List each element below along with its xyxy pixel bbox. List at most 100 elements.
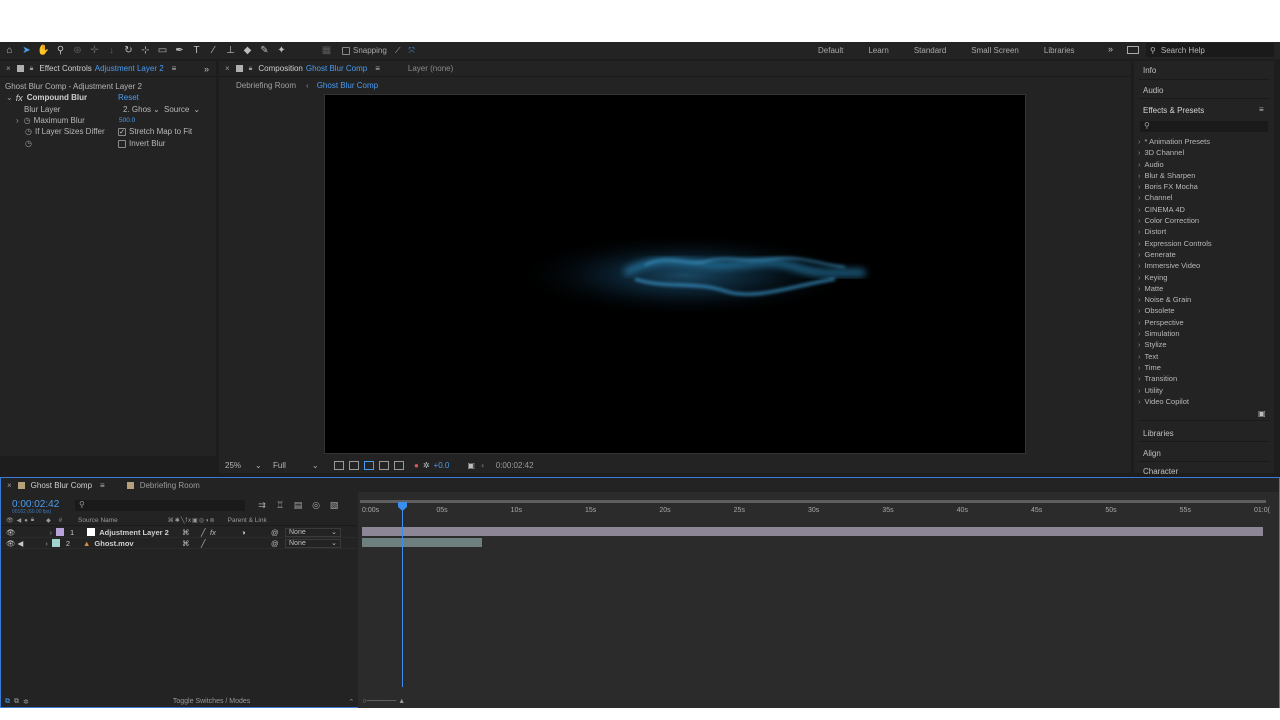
current-time-indicator[interactable] (402, 502, 403, 687)
effects-category-item[interactable]: › Noise & Grain (1138, 294, 1270, 305)
effects-category-item[interactable]: › Obsolete (1138, 305, 1270, 316)
time-ruler[interactable]: 0:00s 05s 10s 15s 20s 25s 30s 35s 40s 45s 50s 55s 01… (358, 506, 1270, 520)
effects-category-item[interactable]: › Text (1138, 351, 1270, 362)
expand-icon[interactable]: › (1138, 329, 1141, 338)
hand-tool-icon[interactable]: ✋ (36, 43, 51, 58)
mask-visibility-icon[interactable] (364, 460, 374, 470)
eye-icon[interactable]: 👁︎ (6, 539, 16, 548)
tab-layer[interactable]: Layer (none) (408, 64, 453, 73)
source-dropdown[interactable]: Source ⌄ (164, 105, 200, 114)
effects-category-item[interactable]: › Audio (1138, 159, 1270, 170)
workspace-panel-icon[interactable] (1127, 46, 1139, 54)
label-color-swatch[interactable] (51, 539, 60, 547)
quality-icon[interactable]: ╱ (201, 539, 206, 548)
stopwatch-icon[interactable]: ◷ (24, 116, 31, 125)
resolution-dropdown[interactable]: Full ⌄ (273, 461, 329, 470)
expand-icon[interactable]: › (1138, 227, 1141, 236)
effects-category-item[interactable]: › Channel (1138, 192, 1270, 203)
roto-brush-tool-icon[interactable]: ✎ (257, 43, 272, 58)
expand-icon[interactable]: › (1138, 363, 1141, 372)
expand-icon[interactable]: › (1138, 352, 1141, 361)
layer-switches-icon[interactable]: ⧉ (5, 698, 10, 706)
graph-editor-icon[interactable]: ▧ (328, 500, 340, 510)
motion-blur-icon[interactable]: ◎ (310, 500, 322, 510)
panel-menu-icon[interactable]: ≡ (1259, 105, 1264, 114)
effects-category-item[interactable]: › Boris FX Mocha (1138, 181, 1270, 192)
parent-dropdown[interactable]: None ⌄ (285, 538, 341, 548)
panel-menu-icon[interactable]: ≡ (375, 64, 380, 73)
work-area-bar[interactable] (360, 500, 1266, 503)
parent-link-header[interactable]: Parent & Link (228, 517, 267, 524)
selection-tool-icon[interactable]: ➤ (19, 43, 34, 58)
eraser-tool-icon[interactable]: ◆ (240, 43, 255, 58)
expand-icon[interactable]: › (1138, 216, 1141, 225)
audio-icon[interactable]: ◀ (18, 539, 24, 548)
layer-row-1[interactable]: 👁︎ › 1 Adjustment Layer 2 ⌘ ╱ fx ◑ @ Non… (1, 527, 356, 538)
expand-icon[interactable]: › (1138, 250, 1141, 259)
fx-switch-icon[interactable]: fx (210, 528, 216, 537)
expand-icon[interactable]: › (1138, 273, 1141, 282)
effects-category-item[interactable]: › Immersive Video (1138, 260, 1270, 271)
puppet-pin-tool-icon[interactable]: ✦ (274, 43, 289, 58)
expand-icon[interactable]: › (1138, 239, 1141, 248)
zoom-dropdown[interactable]: 25% ⌄ (225, 461, 267, 470)
expand-icon[interactable]: › (1138, 182, 1141, 191)
expand-icon[interactable]: › (1138, 374, 1141, 383)
transparency-grid-icon[interactable] (349, 460, 359, 470)
tab-debriefing-room[interactable]: Debriefing Room (126, 481, 200, 490)
pick-whip-icon[interactable]: @ (271, 539, 279, 548)
expand-icon[interactable]: › (1138, 193, 1141, 202)
workspace-learn[interactable]: Learn (868, 46, 888, 55)
composition-viewer[interactable] (324, 94, 1026, 454)
exposure-icon[interactable]: ✲ (423, 461, 430, 470)
effects-category-item[interactable]: › Transition (1138, 373, 1270, 384)
expand-icon[interactable]: › (1138, 284, 1141, 293)
comp-flowchart-icon[interactable]: ⇉ (256, 500, 268, 510)
expand-icon[interactable]: › (1138, 306, 1141, 315)
expand-icon[interactable]: › (1138, 295, 1141, 304)
region-of-interest-icon[interactable] (334, 460, 344, 470)
collapse-icon[interactable]: ⌄ (6, 93, 13, 102)
expand-icon[interactable]: › (1138, 137, 1141, 146)
effects-category-item[interactable]: › Color Correction (1138, 215, 1270, 226)
libraries-panel-header[interactable]: Libraries (1143, 429, 1174, 438)
new-preset-icon[interactable]: ▣ (1258, 409, 1266, 418)
zoom-tool-icon[interactable]: ⚲ (53, 43, 68, 58)
orbit-tool-icon[interactable]: ⊛ (70, 43, 85, 58)
expand-panels-icon[interactable]: » (204, 64, 209, 74)
stopwatch-icon[interactable]: ◷ (25, 139, 32, 148)
zoom-slider[interactable]: ○────── (362, 698, 396, 705)
guides-icon[interactable] (379, 460, 389, 470)
zoom-out-icon[interactable]: ⌃ (348, 698, 354, 706)
tab-effect-controls[interactable]: × 🔒︎ Effect Controls Adjustment Layer 2 … (6, 64, 176, 73)
effects-category-item[interactable]: › Matte (1138, 283, 1270, 294)
adjustment-switch-icon[interactable]: ◑ (241, 528, 246, 537)
stretch-map-checkbox[interactable]: ✓ (118, 127, 126, 136)
effects-category-item[interactable]: › Generate (1138, 249, 1270, 260)
grid-options-icon[interactable] (394, 460, 404, 470)
expand-icon[interactable]: › (1138, 386, 1141, 395)
stretch-map-option[interactable]: ✓ Stretch Map to Fit (118, 127, 192, 136)
effects-category-item[interactable]: › Expression Controls (1138, 238, 1270, 249)
snapping-toggle[interactable]: Snapping ⟋ ⤧ (342, 46, 415, 56)
timeline-search-input[interactable]: ⚲ (75, 500, 245, 511)
workspace-default[interactable]: Default (818, 46, 843, 55)
clone-stamp-tool-icon[interactable]: ⊥ (223, 43, 238, 58)
effects-category-item[interactable]: › Utility (1138, 385, 1270, 396)
audio-panel-header[interactable]: Audio (1143, 86, 1163, 95)
align-icon[interactable]: ▦ (319, 43, 334, 58)
brush-tool-icon[interactable]: ⁄ (206, 43, 221, 58)
effects-category-item[interactable]: › Video Copilot (1138, 396, 1270, 407)
exposure-value[interactable]: +0.0 (434, 461, 450, 470)
effects-presets-header[interactable]: Effects & Presets (1143, 106, 1204, 115)
label-color-swatch[interactable] (56, 528, 65, 536)
show-snapshot-icon[interactable]: ◐ (481, 461, 486, 470)
effects-search-input[interactable]: ⚲ (1140, 121, 1268, 132)
expand-icon[interactable]: › (16, 116, 19, 125)
fx-icon[interactable]: fx (16, 93, 23, 103)
expand-icon[interactable]: › (1138, 261, 1141, 270)
panel-menu-icon[interactable]: ≡ (100, 481, 105, 490)
expand-icon[interactable]: › (1138, 318, 1141, 327)
effects-category-item[interactable]: › Stylize (1138, 339, 1270, 350)
effects-category-item[interactable]: › Distort (1138, 226, 1270, 237)
